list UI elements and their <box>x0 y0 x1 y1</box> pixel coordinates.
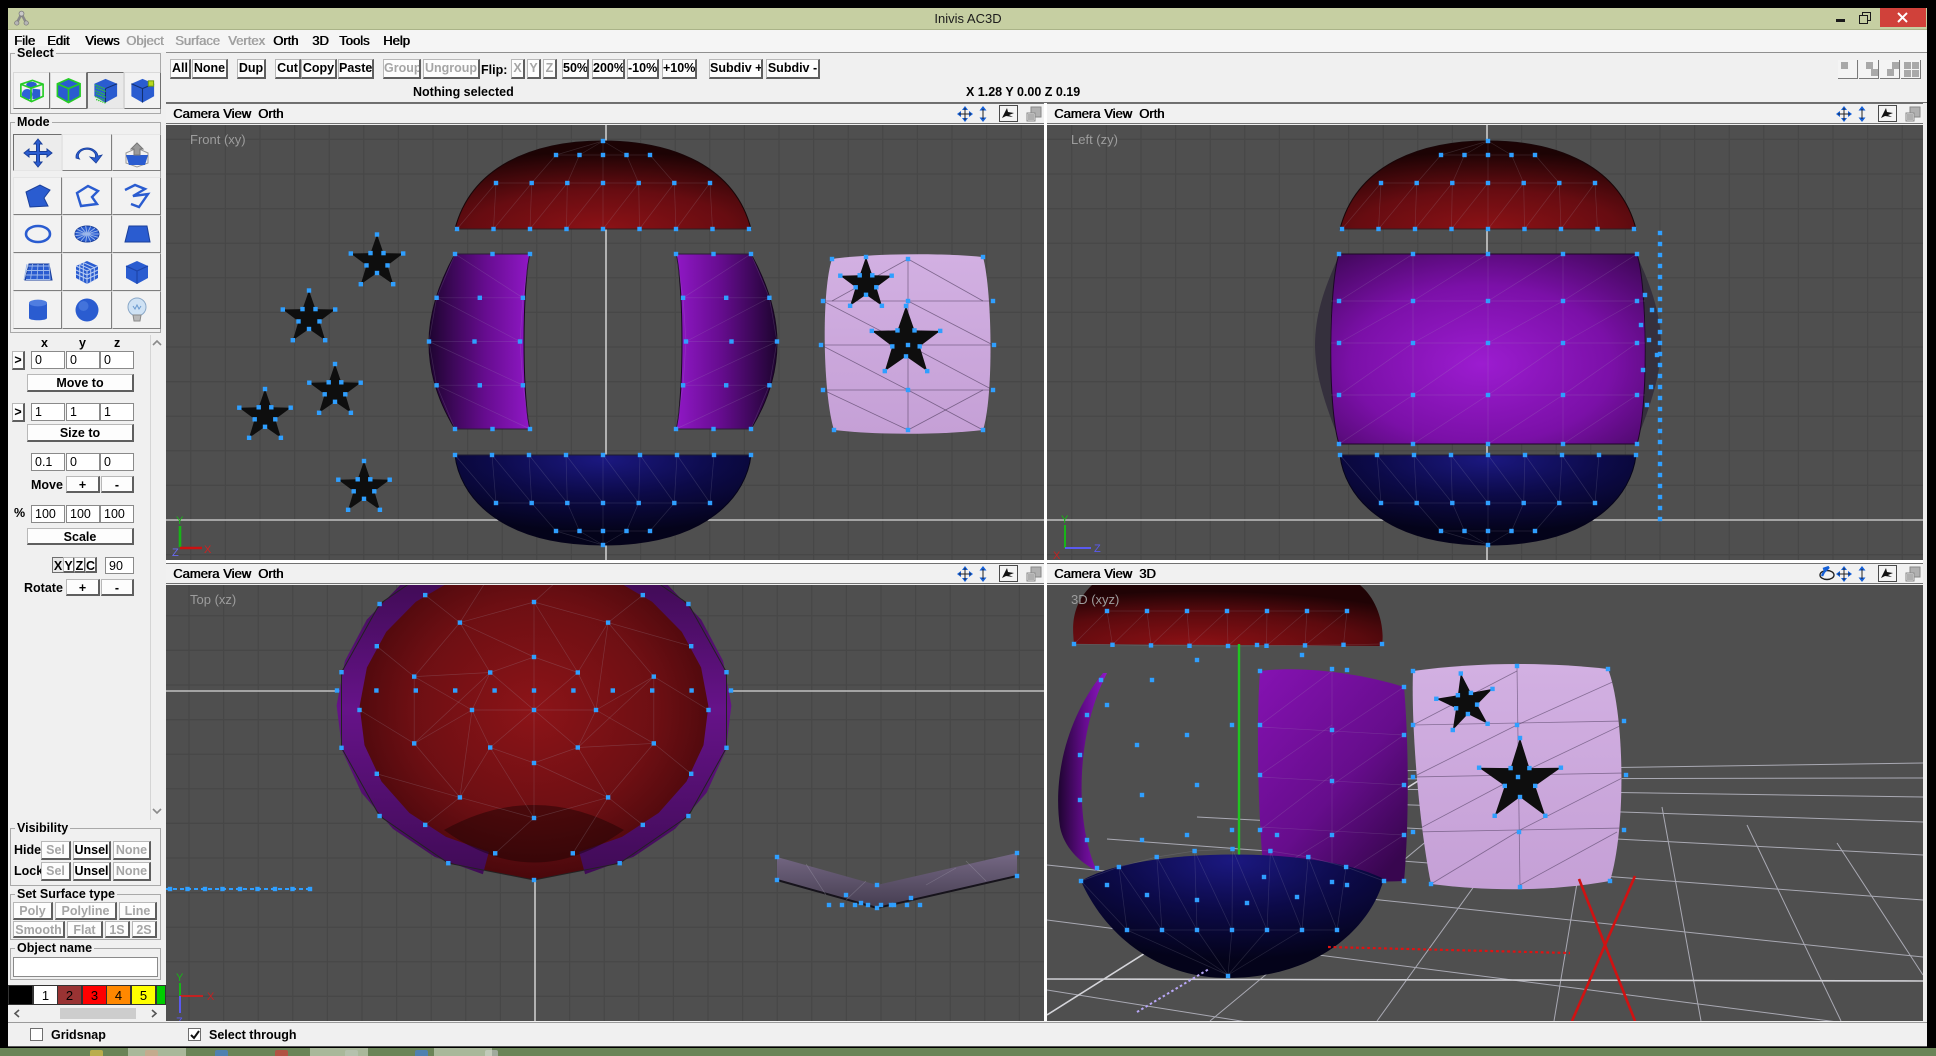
svg-text:Left (zy): Left (zy) <box>1071 132 1118 147</box>
svg-text:Top (xz): Top (xz) <box>190 592 236 607</box>
svg-text:Front (xy): Front (xy) <box>190 132 246 147</box>
svg-text:Z: Z <box>172 547 179 559</box>
svg-text:Z: Z <box>176 1016 183 1021</box>
svg-text:X: X <box>1053 550 1061 560</box>
svg-text:X: X <box>204 544 212 556</box>
svg-text:Y: Y <box>176 515 184 527</box>
svg-text:X: X <box>207 991 215 1003</box>
svg-text:Y: Y <box>1061 514 1069 526</box>
svg-text:Y: Y <box>176 972 184 984</box>
svg-text:Z: Z <box>1094 543 1101 555</box>
svg-text:3D (xyz): 3D (xyz) <box>1071 592 1119 607</box>
